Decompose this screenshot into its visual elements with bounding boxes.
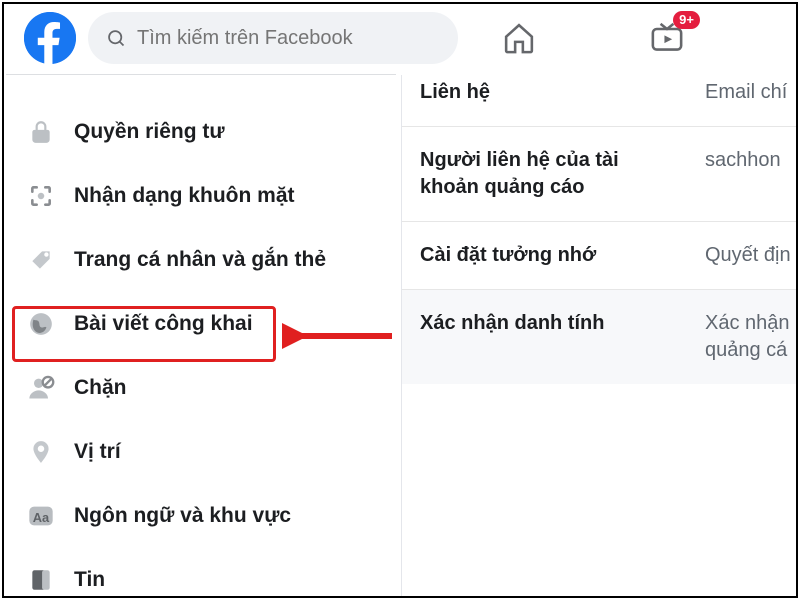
svg-text:Aa: Aa: [33, 510, 50, 525]
sidebar-item-label: Tin: [74, 568, 105, 592]
sidebar-item-public-posts[interactable]: Bài viết công khai: [4, 297, 401, 351]
sidebar-item-label: Nhận dạng khuôn mặt: [74, 184, 295, 208]
sidebar-item-label: Vị trí: [74, 440, 121, 464]
sidebar-item-location[interactable]: Vị trí: [4, 425, 401, 479]
sidebar-item-label: Ngôn ngữ và khu vực: [74, 504, 291, 528]
row-label: Cài đặt tưởng nhớ: [420, 242, 675, 269]
settings-content: Liên hệ Email chí Người liên hệ của tài …: [402, 75, 796, 597]
setting-row-contact[interactable]: Liên hệ Email chí: [402, 75, 796, 127]
sidebar-item-label: Quyền riêng tư: [74, 120, 225, 144]
row-value: Xác nhận quảng cá: [705, 310, 790, 364]
block-user-icon: [26, 373, 56, 403]
row-label: Xác nhận danh tính: [420, 310, 675, 364]
sidebar-item-face-recognition[interactable]: Nhận dạng khuôn mặt: [4, 169, 401, 223]
nav-watch[interactable]: 9+: [648, 19, 686, 57]
sidebar-item-label: Bài viết công khai: [74, 312, 253, 336]
news-icon: [26, 565, 56, 595]
row-value: sachhon: [705, 147, 781, 201]
sidebar-item-label: Chặn: [74, 376, 127, 400]
sidebar-item-profile-tagging[interactable]: Trang cá nhân và gắn thẻ: [4, 233, 401, 287]
row-value: Quyết địn: [705, 242, 791, 269]
sidebar-item-language[interactable]: Aa Ngôn ngữ và khu vực: [4, 489, 401, 543]
tag-icon: [26, 245, 56, 275]
settings-sidebar: Quyền riêng tư Nhận dạng khuôn mặt Trang…: [4, 75, 402, 597]
face-id-icon: [26, 181, 56, 211]
search-box[interactable]: [88, 12, 458, 64]
search-input[interactable]: [137, 27, 440, 50]
setting-row-ad-contact[interactable]: Người liên hệ của tài khoản quảng cáo sa…: [402, 127, 796, 222]
sidebar-item-news[interactable]: Tin: [4, 553, 401, 598]
setting-row-memorialization[interactable]: Cài đặt tưởng nhớ Quyết địn: [402, 222, 796, 290]
sidebar-item-label: Trang cá nhân và gắn thẻ: [74, 248, 326, 272]
watch-badge: 9+: [673, 11, 700, 29]
top-bar: 9+: [4, 4, 796, 74]
search-icon: [106, 28, 127, 49]
nav-home[interactable]: [500, 19, 538, 57]
sidebar-item-privacy[interactable]: Quyền riêng tư: [4, 105, 401, 159]
row-label: Liên hệ: [420, 79, 675, 106]
facebook-logo[interactable]: [24, 12, 76, 64]
location-pin-icon: [26, 437, 56, 467]
row-label: Người liên hệ của tài khoản quảng cáo: [420, 147, 675, 201]
row-value: Email chí: [705, 79, 787, 106]
setting-row-identity[interactable]: Xác nhận danh tính Xác nhận quảng cá: [402, 290, 796, 384]
lock-icon: [26, 117, 56, 147]
globe-icon: [26, 309, 56, 339]
sidebar-item-blocking[interactable]: Chặn: [4, 361, 401, 415]
language-icon: Aa: [26, 501, 56, 531]
